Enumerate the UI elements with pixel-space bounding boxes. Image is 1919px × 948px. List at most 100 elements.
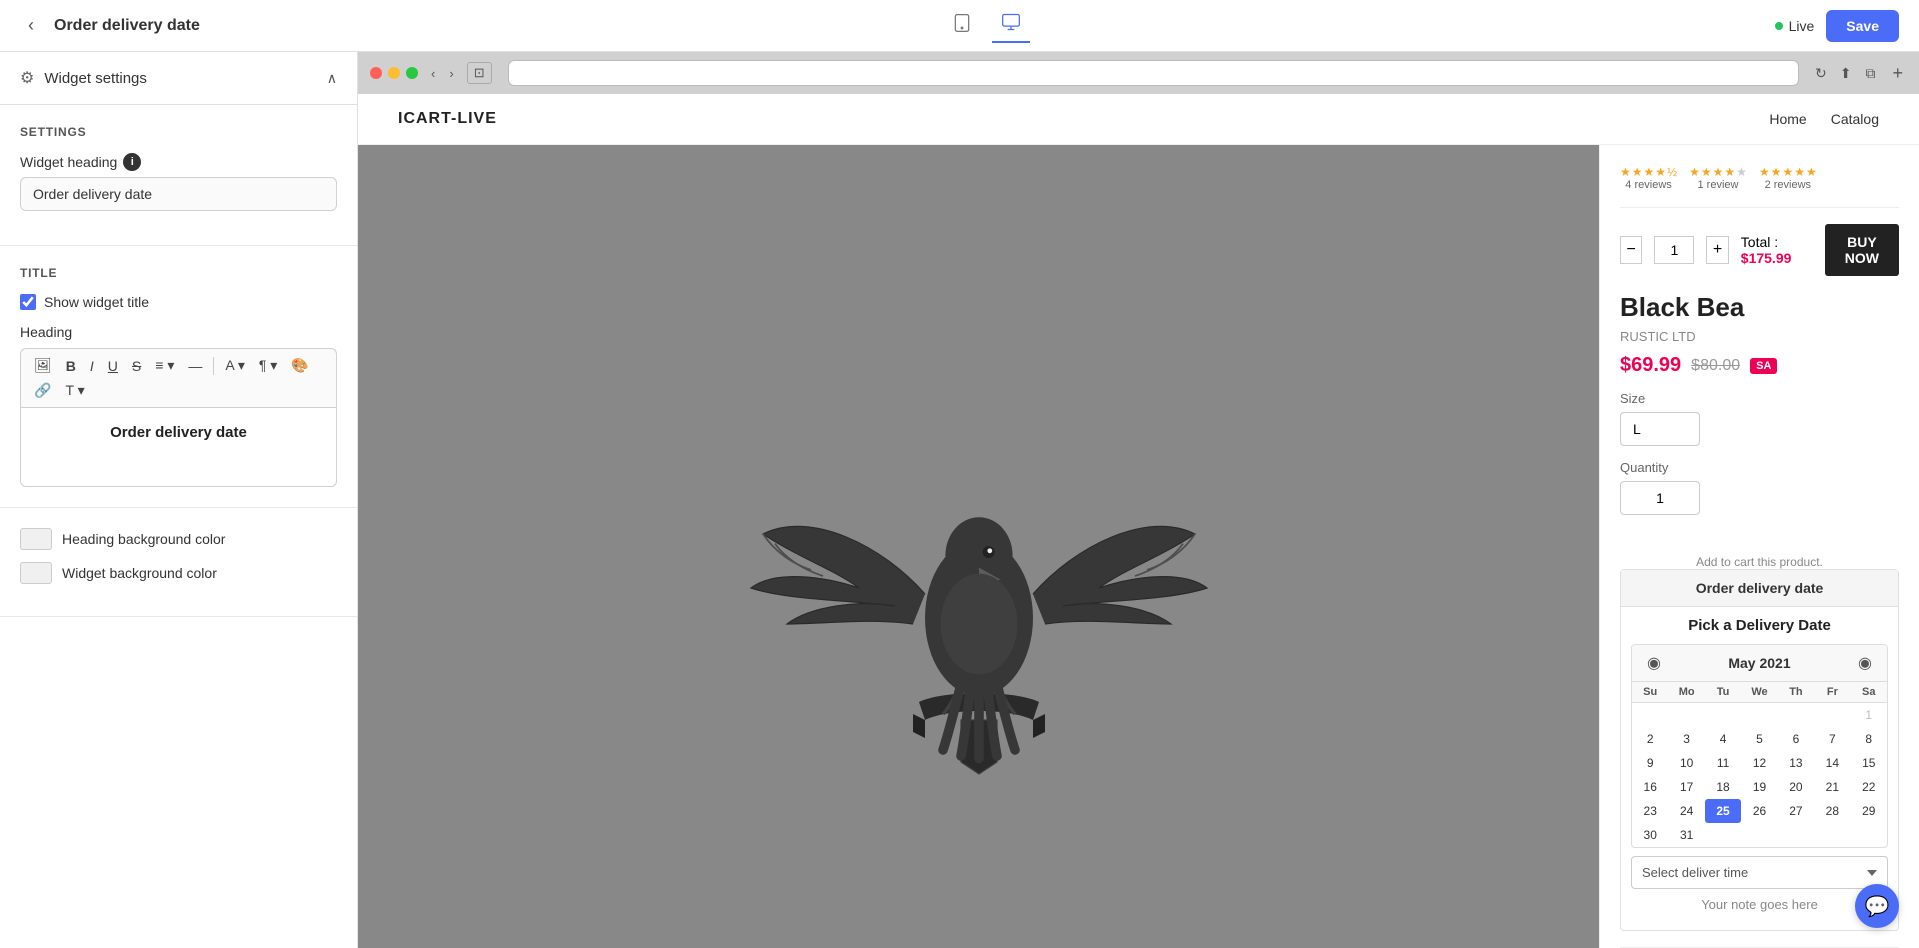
- calendar-day[interactable]: 23: [1632, 799, 1668, 823]
- address-bar[interactable]: [508, 60, 1799, 86]
- nav-link-catalog[interactable]: Catalog: [1831, 111, 1879, 128]
- dow-tu: Tu: [1705, 682, 1741, 703]
- calendar-day[interactable]: 26: [1741, 799, 1777, 823]
- calendar-day[interactable]: 1: [1851, 703, 1887, 727]
- calendar-day[interactable]: 2: [1632, 727, 1668, 751]
- back-button[interactable]: ‹: [20, 11, 42, 40]
- underline-button[interactable]: U: [103, 356, 123, 376]
- add-tab-button[interactable]: +: [1888, 63, 1907, 84]
- delivery-widget-header: Order delivery date: [1621, 570, 1898, 607]
- font-color-button[interactable]: A ▾: [220, 355, 249, 376]
- browser-window-button[interactable]: ⊡: [467, 62, 492, 84]
- calendar-day[interactable]: 17: [1668, 775, 1704, 799]
- minimize-traffic-light[interactable]: [388, 67, 400, 79]
- calendar-day[interactable]: 31: [1668, 823, 1704, 847]
- calendar-day[interactable]: 13: [1778, 751, 1814, 775]
- prev-month-button[interactable]: ◉: [1642, 651, 1666, 675]
- link-button[interactable]: 🔗: [29, 380, 56, 401]
- text-style-button[interactable]: T ▾: [60, 380, 89, 401]
- show-widget-title-label: Show widget title: [44, 294, 149, 310]
- calendar-day: [1741, 703, 1777, 727]
- calendar-day[interactable]: 16: [1632, 775, 1668, 799]
- chat-bubble[interactable]: 💬: [1855, 884, 1899, 928]
- hr-button[interactable]: —: [183, 356, 207, 376]
- calendar-day[interactable]: 6: [1778, 727, 1814, 751]
- calendar-day[interactable]: 24: [1668, 799, 1704, 823]
- title-section: TITLE Show widget title Heading 🖼 B I U …: [0, 246, 357, 508]
- duplicate-button[interactable]: ⧉: [1860, 63, 1880, 84]
- insert-image-button[interactable]: 🖼: [29, 355, 57, 376]
- reload-button[interactable]: ↻: [1815, 65, 1827, 82]
- desktop-view-button[interactable]: [992, 8, 1030, 43]
- collapse-button[interactable]: ∧: [327, 70, 337, 87]
- traffic-lights: [370, 67, 418, 79]
- calendar-day[interactable]: 10: [1668, 751, 1704, 775]
- review-count-3: 2 reviews: [1765, 179, 1811, 191]
- top-bar-right: Live Save: [1775, 10, 1899, 42]
- heading-bg-color-swatch[interactable]: [20, 528, 52, 550]
- bold-button[interactable]: B: [61, 356, 81, 376]
- tablet-view-button[interactable]: [944, 9, 980, 42]
- shop-page: ICART-LIVE Home Catalog: [358, 94, 1919, 948]
- calendar-day[interactable]: 19: [1741, 775, 1777, 799]
- page-title: Order delivery date: [54, 17, 200, 35]
- decrement-button[interactable]: −: [1620, 236, 1642, 264]
- rich-content-area[interactable]: Order delivery date: [20, 407, 337, 487]
- calendar-days-of-week: Su Mo Tu We Th Fr Sa: [1632, 682, 1887, 703]
- calendar-day: [1814, 703, 1850, 727]
- show-widget-title-row: Show widget title: [20, 294, 337, 310]
- calendar-day[interactable]: 20: [1778, 775, 1814, 799]
- calendar-day[interactable]: 25: [1705, 799, 1741, 823]
- widget-bg-color-label: Widget background color: [62, 565, 217, 581]
- dow-mo: Mo: [1668, 682, 1704, 703]
- calendar-day[interactable]: 5: [1741, 727, 1777, 751]
- italic-button[interactable]: I: [85, 356, 99, 376]
- calendar-day[interactable]: 12: [1741, 751, 1777, 775]
- calendar-day[interactable]: 28: [1814, 799, 1850, 823]
- quantity-field[interactable]: [1620, 481, 1700, 515]
- deliver-time-select[interactable]: Select deliver time: [1631, 856, 1888, 889]
- calendar-day[interactable]: 14: [1814, 751, 1850, 775]
- fill-color-button[interactable]: 🎨: [286, 355, 313, 376]
- align-button[interactable]: ≡ ▾: [150, 355, 179, 376]
- calendar-day[interactable]: 11: [1705, 751, 1741, 775]
- nav-link-home[interactable]: Home: [1769, 111, 1806, 128]
- paragraph-button[interactable]: ¶ ▾: [254, 355, 282, 376]
- calendar-day[interactable]: 22: [1851, 775, 1887, 799]
- calendar-day[interactable]: 15: [1851, 751, 1887, 775]
- size-select[interactable]: L: [1620, 412, 1700, 446]
- show-widget-title-checkbox[interactable]: [20, 294, 36, 310]
- review-item-3: ★ ★ ★ ★ ★ 2 reviews: [1759, 165, 1817, 191]
- calendar-day[interactable]: 3: [1668, 727, 1704, 751]
- browser-back-button[interactable]: ‹: [426, 64, 440, 83]
- review-count-2: 1 review: [1698, 179, 1739, 191]
- browser-forward-button[interactable]: ›: [444, 64, 458, 83]
- close-traffic-light[interactable]: [370, 67, 382, 79]
- widget-heading-input[interactable]: [20, 177, 337, 211]
- calendar-day[interactable]: 18: [1705, 775, 1741, 799]
- quantity-input[interactable]: [1654, 236, 1694, 264]
- calendar-day[interactable]: 21: [1814, 775, 1850, 799]
- strikethrough-button[interactable]: S: [127, 356, 146, 376]
- calendar-day[interactable]: 30: [1632, 823, 1668, 847]
- increment-button[interactable]: +: [1706, 236, 1728, 264]
- buy-now-button[interactable]: BUY NOW: [1825, 224, 1899, 276]
- calendar-day[interactable]: 8: [1851, 727, 1887, 751]
- next-month-button[interactable]: ◉: [1853, 651, 1877, 675]
- dow-th: Th: [1778, 682, 1814, 703]
- widget-bg-color-swatch[interactable]: [20, 562, 52, 584]
- calendar-day[interactable]: 4: [1705, 727, 1741, 751]
- share-button[interactable]: ⬆: [1835, 63, 1857, 84]
- dow-sa: Sa: [1851, 682, 1887, 703]
- live-dot: [1775, 22, 1783, 30]
- color-section: Heading background color Widget backgrou…: [0, 508, 357, 617]
- widget-heading-label: Widget heading i: [20, 153, 337, 171]
- calendar-day[interactable]: 27: [1778, 799, 1814, 823]
- calendar-day[interactable]: 29: [1851, 799, 1887, 823]
- calendar-day[interactable]: 9: [1632, 751, 1668, 775]
- calendar-day[interactable]: 7: [1814, 727, 1850, 751]
- total-label: Total : $175.99: [1741, 234, 1813, 266]
- product-panel: ★ ★ ★ ★ ½ 4 reviews ★ ★: [1599, 145, 1919, 948]
- save-button[interactable]: Save: [1826, 10, 1899, 42]
- maximize-traffic-light[interactable]: [406, 67, 418, 79]
